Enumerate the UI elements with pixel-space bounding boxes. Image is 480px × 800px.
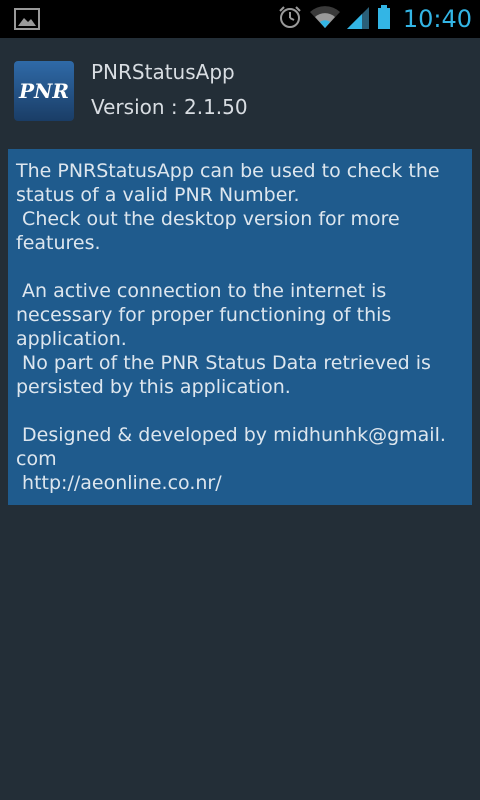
about-description: The PNRStatusApp can be used to check th… — [16, 160, 446, 470]
website-link[interactable]: http://aeonline.co.nr/ — [22, 472, 222, 494]
app-logo: PNR — [14, 61, 74, 121]
about-panel: The PNRStatusApp can be used to check th… — [8, 149, 472, 505]
gallery-image-icon — [14, 8, 40, 30]
status-icons: 10:40 — [277, 3, 472, 35]
app-version: Version : 2.1.50 — [91, 95, 248, 119]
status-bar: 10:40 — [0, 0, 480, 38]
alarm-clock-icon — [277, 4, 303, 34]
cell-signal-icon — [346, 4, 371, 34]
app-name: PNRStatusApp — [91, 60, 235, 84]
battery-icon — [377, 4, 391, 34]
clock-time: 10:40 — [402, 5, 472, 33]
about-text: The PNRStatusApp can be used to check th… — [16, 159, 464, 495]
svg-text:PNR: PNR — [18, 79, 69, 103]
wifi-icon — [309, 4, 341, 34]
